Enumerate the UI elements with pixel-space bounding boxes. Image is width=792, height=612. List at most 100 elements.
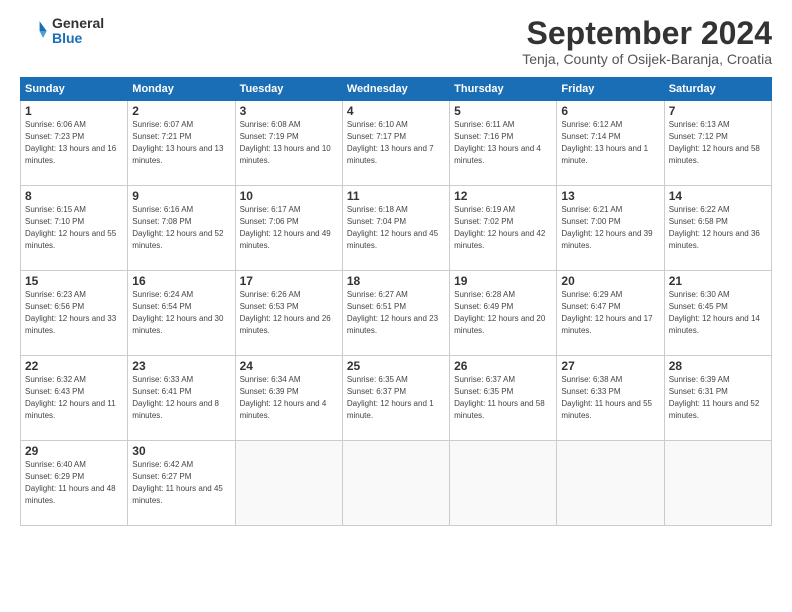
day-info: Sunrise: 6:30 AMSunset: 6:45 PMDaylight:… — [669, 290, 760, 334]
day-number: 7 — [669, 104, 767, 118]
title-block: September 2024 Tenja, County of Osijek-B… — [522, 16, 772, 67]
day-number: 17 — [240, 274, 338, 288]
table-row: 23 Sunrise: 6:33 AMSunset: 6:41 PMDayligh… — [128, 356, 235, 441]
table-row — [664, 441, 771, 526]
day-info: Sunrise: 6:39 AMSunset: 6:31 PMDaylight:… — [669, 375, 760, 419]
table-row: 9 Sunrise: 6:16 AMSunset: 7:08 PMDaylight… — [128, 186, 235, 271]
day-number: 10 — [240, 189, 338, 203]
day-number: 18 — [347, 274, 445, 288]
table-row: 7Sunrise: 6:13 AMSunset: 7:12 PMDaylight… — [664, 101, 771, 186]
day-info: Sunrise: 6:23 AMSunset: 6:56 PMDaylight:… — [25, 290, 116, 334]
table-row: 17 Sunrise: 6:26 AMSunset: 6:53 PMDayligh… — [235, 271, 342, 356]
day-info: Sunrise: 6:33 AMSunset: 6:41 PMDaylight:… — [132, 375, 219, 419]
day-number: 12 — [454, 189, 552, 203]
day-info: Sunrise: 6:06 AMSunset: 7:23 PMDaylight:… — [25, 120, 116, 164]
day-info: Sunrise: 6:08 AMSunset: 7:19 PMDaylight:… — [240, 120, 331, 164]
day-info: Sunrise: 6:22 AMSunset: 6:58 PMDaylight:… — [669, 205, 760, 249]
day-number: 28 — [669, 359, 767, 373]
logo-blue-label: Blue — [52, 31, 104, 46]
calendar-table: Sunday Monday Tuesday Wednesday Thursday… — [20, 77, 772, 526]
col-saturday: Saturday — [664, 78, 771, 101]
table-row — [235, 441, 342, 526]
day-number: 22 — [25, 359, 123, 373]
table-row: 6 Sunrise: 6:12 AMSunset: 7:14 PMDaylight… — [557, 101, 664, 186]
table-row — [557, 441, 664, 526]
logo-general-label: General — [52, 16, 104, 31]
day-info: Sunrise: 6:10 AMSunset: 7:17 PMDaylight:… — [347, 120, 434, 164]
day-info: Sunrise: 6:15 AMSunset: 7:10 PMDaylight:… — [25, 205, 116, 249]
table-row: 15Sunrise: 6:23 AMSunset: 6:56 PMDayligh… — [21, 271, 128, 356]
month-title: September 2024 — [522, 16, 772, 51]
calendar-page: General Blue September 2024 Tenja, Count… — [0, 0, 792, 612]
calendar-week-row: 1 Sunrise: 6:06 AMSunset: 7:23 PMDaylight… — [21, 101, 772, 186]
day-number: 23 — [132, 359, 230, 373]
day-number: 16 — [132, 274, 230, 288]
table-row: 26 Sunrise: 6:37 AMSunset: 6:35 PMDayligh… — [450, 356, 557, 441]
col-monday: Monday — [128, 78, 235, 101]
logo-text: General Blue — [52, 16, 104, 47]
day-number: 30 — [132, 444, 230, 458]
day-number: 26 — [454, 359, 552, 373]
day-number: 24 — [240, 359, 338, 373]
day-info: Sunrise: 6:42 AMSunset: 6:27 PMDaylight:… — [132, 460, 223, 504]
table-row: 19Sunrise: 6:28 AMSunset: 6:49 PMDayligh… — [450, 271, 557, 356]
table-row: 2Sunrise: 6:07 AMSunset: 7:21 PMDaylight… — [128, 101, 235, 186]
day-info: Sunrise: 6:12 AMSunset: 7:14 PMDaylight:… — [561, 120, 648, 164]
day-info: Sunrise: 6:26 AMSunset: 6:53 PMDaylight:… — [240, 290, 331, 334]
day-info: Sunrise: 6:16 AMSunset: 7:08 PMDaylight:… — [132, 205, 223, 249]
day-number: 13 — [561, 189, 659, 203]
day-info: Sunrise: 6:28 AMSunset: 6:49 PMDaylight:… — [454, 290, 545, 334]
table-row: 4Sunrise: 6:10 AMSunset: 7:17 PMDaylight… — [342, 101, 449, 186]
table-row: 3 Sunrise: 6:08 AMSunset: 7:19 PMDaylight… — [235, 101, 342, 186]
table-row: 1 Sunrise: 6:06 AMSunset: 7:23 PMDaylight… — [21, 101, 128, 186]
day-info: Sunrise: 6:18 AMSunset: 7:04 PMDaylight:… — [347, 205, 438, 249]
day-info: Sunrise: 6:34 AMSunset: 6:39 PMDaylight:… — [240, 375, 327, 419]
day-number: 5 — [454, 104, 552, 118]
table-row: 25 Sunrise: 6:35 AMSunset: 6:37 PMDayligh… — [342, 356, 449, 441]
col-sunday: Sunday — [21, 78, 128, 101]
table-row: 27Sunrise: 6:38 AMSunset: 6:33 PMDayligh… — [557, 356, 664, 441]
table-row: 12Sunrise: 6:19 AMSunset: 7:02 PMDayligh… — [450, 186, 557, 271]
table-row — [450, 441, 557, 526]
table-row: 14 Sunrise: 6:22 AMSunset: 6:58 PMDayligh… — [664, 186, 771, 271]
calendar-week-row: 15Sunrise: 6:23 AMSunset: 6:56 PMDayligh… — [21, 271, 772, 356]
day-info: Sunrise: 6:37 AMSunset: 6:35 PMDaylight:… — [454, 375, 545, 419]
day-number: 6 — [561, 104, 659, 118]
day-info: Sunrise: 6:27 AMSunset: 6:51 PMDaylight:… — [347, 290, 438, 334]
table-row: 29 Sunrise: 6:40 AMSunset: 6:29 PMDayligh… — [21, 441, 128, 526]
day-number: 3 — [240, 104, 338, 118]
table-row: 21 Sunrise: 6:30 AMSunset: 6:45 PMDayligh… — [664, 271, 771, 356]
day-info: Sunrise: 6:17 AMSunset: 7:06 PMDaylight:… — [240, 205, 331, 249]
logo-icon — [20, 17, 48, 45]
calendar-week-row: 8Sunrise: 6:15 AMSunset: 7:10 PMDaylight… — [21, 186, 772, 271]
table-row: 13 Sunrise: 6:21 AMSunset: 7:00 PMDayligh… — [557, 186, 664, 271]
calendar-header-row: Sunday Monday Tuesday Wednesday Thursday… — [21, 78, 772, 101]
col-thursday: Thursday — [450, 78, 557, 101]
day-number: 29 — [25, 444, 123, 458]
day-info: Sunrise: 6:35 AMSunset: 6:37 PMDaylight:… — [347, 375, 434, 419]
day-number: 9 — [132, 189, 230, 203]
day-info: Sunrise: 6:11 AMSunset: 7:16 PMDaylight:… — [454, 120, 541, 164]
col-friday: Friday — [557, 78, 664, 101]
table-row: 18 Sunrise: 6:27 AMSunset: 6:51 PMDayligh… — [342, 271, 449, 356]
day-number: 20 — [561, 274, 659, 288]
day-number: 11 — [347, 189, 445, 203]
table-row: 16 Sunrise: 6:24 AMSunset: 6:54 PMDayligh… — [128, 271, 235, 356]
table-row: 8Sunrise: 6:15 AMSunset: 7:10 PMDaylight… — [21, 186, 128, 271]
day-info: Sunrise: 6:40 AMSunset: 6:29 PMDaylight:… — [25, 460, 116, 504]
location-subtitle: Tenja, County of Osijek-Baranja, Croatia — [522, 51, 772, 67]
table-row: 24 Sunrise: 6:34 AMSunset: 6:39 PMDayligh… — [235, 356, 342, 441]
page-header: General Blue September 2024 Tenja, Count… — [20, 16, 772, 67]
logo: General Blue — [20, 16, 104, 47]
day-number: 27 — [561, 359, 659, 373]
day-number: 21 — [669, 274, 767, 288]
day-number: 14 — [669, 189, 767, 203]
table-row — [342, 441, 449, 526]
day-number: 25 — [347, 359, 445, 373]
day-info: Sunrise: 6:32 AMSunset: 6:43 PMDaylight:… — [25, 375, 116, 419]
day-info: Sunrise: 6:24 AMSunset: 6:54 PMDaylight:… — [132, 290, 223, 334]
day-number: 1 — [25, 104, 123, 118]
col-wednesday: Wednesday — [342, 78, 449, 101]
day-info: Sunrise: 6:21 AMSunset: 7:00 PMDaylight:… — [561, 205, 652, 249]
table-row: 30 Sunrise: 6:42 AMSunset: 6:27 PMDayligh… — [128, 441, 235, 526]
